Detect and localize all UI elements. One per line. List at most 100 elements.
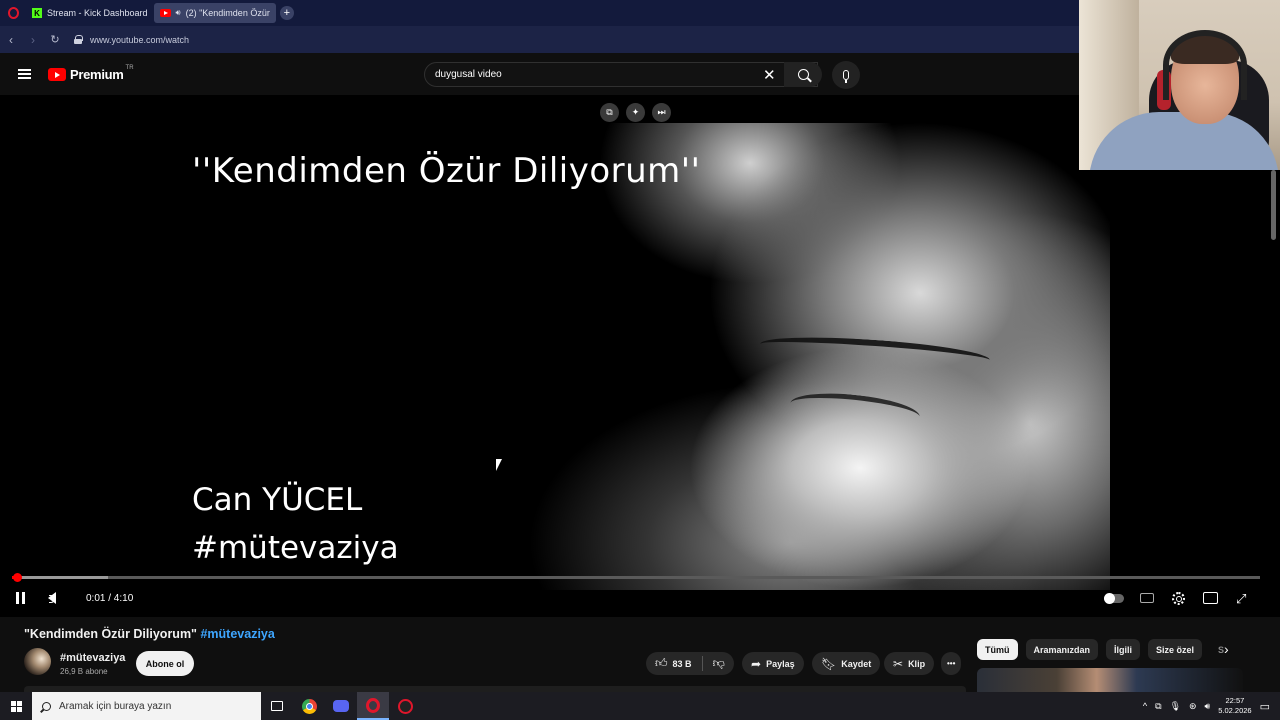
wifi-icon[interactable]: ⊛ [1189, 701, 1197, 712]
back-button[interactable]: ‹ [0, 33, 22, 47]
like-dislike-group: 👍︎ 83 B 👎︎ [646, 652, 734, 675]
page-scrollbar[interactable] [1271, 170, 1276, 240]
dislike-icon[interactable]: 👎︎ [713, 656, 725, 671]
new-tab-button[interactable]: + [279, 6, 294, 20]
youtube-play-icon [48, 68, 66, 81]
volume-icon [48, 592, 56, 604]
video-overlay-title: ''Kendimden Özür Diliyorum'' [192, 151, 701, 191]
lock-icon [74, 35, 83, 44]
buffered-bar [12, 576, 109, 579]
like-icon[interactable]: 👍︎ [655, 656, 668, 671]
progress-bar[interactable] [12, 572, 1260, 582]
webcam-overlay [1079, 0, 1280, 170]
youtube-premium-logo[interactable]: Premium TR [48, 64, 136, 82]
related-filter-chips: Tümü Aramanızdan İlgili Size özel S [977, 639, 1232, 660]
mouse-cursor-icon [496, 459, 502, 471]
settings-gear-icon[interactable] [1172, 592, 1185, 605]
ai-sparkle-icon[interactable]: ✦ [626, 103, 645, 122]
opera-gx-icon [397, 698, 413, 714]
fullscreen-button[interactable]: ⤢ [1236, 591, 1246, 607]
tab-kick-dashboard[interactable]: K Stream - Kick Dashboard [26, 3, 154, 23]
menu-icon[interactable] [18, 69, 31, 79]
divider [701, 656, 703, 671]
search-input[interactable] [435, 69, 735, 80]
chevron-right-icon[interactable]: › [1224, 641, 1229, 657]
kick-icon: K [32, 8, 42, 18]
taskbar-opera[interactable] [357, 692, 389, 720]
overlay-author-tag: #mütevaziya [192, 530, 399, 566]
share-icon: ➦ [751, 656, 762, 671]
mic-tray-icon[interactable]: 🎙︎ [1170, 701, 1181, 712]
tab-label: Stream - Kick Dashboard [47, 8, 148, 18]
subtitles-button[interactable] [1140, 593, 1154, 603]
channel-name[interactable]: #mütevaziya [60, 652, 125, 664]
tray-overflow-icon[interactable]: ^ [1143, 701, 1147, 711]
windows-taskbar: Aramak için buraya yazın ^ ⧉ 🎙︎ ⊛ 🔊︎ 22:… [0, 692, 1280, 720]
clip-label: Klip [908, 658, 926, 669]
bookmark-icon: 🔖︎ [821, 656, 837, 671]
taskbar-search[interactable]: Aramak için buraya yazın [32, 692, 261, 720]
windows-logo-icon [10, 700, 22, 712]
channel-avatar[interactable] [24, 648, 51, 675]
url-field[interactable]: www.youtube.com/watch [90, 35, 189, 45]
start-button[interactable] [0, 692, 32, 720]
scrubber-handle[interactable] [12, 572, 22, 582]
headset-icon [1163, 30, 1247, 100]
video-title-hashtag[interactable]: #mütevaziya [200, 627, 274, 641]
task-view-icon [271, 701, 283, 711]
notifications-icon[interactable]: ▭ [1260, 700, 1270, 713]
video-frame-portrait [470, 123, 1110, 590]
save-label: Kaydet [841, 658, 872, 669]
pause-button[interactable] [16, 589, 28, 607]
miniplayer-icon[interactable]: ⧉ [600, 103, 619, 122]
overlay-author-name: Can YÜCEL [192, 482, 363, 518]
related-video-thumbnail[interactable] [977, 668, 1243, 692]
taskbar-chrome[interactable] [293, 692, 325, 720]
video-title-text: "Kendimden Özür Diliyorum" [24, 627, 197, 641]
video-overlay-author: Can YÜCEL #mütevaziya [192, 476, 399, 572]
subscriber-count: 26,9 B abone [60, 667, 108, 676]
opera-logo-icon[interactable] [0, 0, 26, 26]
subscribe-button[interactable]: Abone ol [136, 651, 194, 676]
search-icon [797, 69, 809, 80]
taskbar-opera-gx[interactable] [389, 692, 421, 720]
microphone-icon [843, 70, 849, 83]
reload-button[interactable]: ↻ [44, 33, 66, 46]
clock-date: 5.02.2026 [1218, 706, 1252, 715]
save-button[interactable]: 🔖︎ Kaydet [812, 652, 881, 675]
system-clock[interactable]: 22:57 5.02.2026 [1218, 696, 1251, 716]
youtube-favicon-icon [159, 9, 171, 17]
clip-button[interactable]: ✂ Klip [884, 652, 935, 675]
tab-youtube-video[interactable]: 🔊︎ (2) "Kendimden Özür [153, 3, 276, 23]
share-button[interactable]: ➦ Paylaş [742, 652, 804, 675]
network-icon[interactable]: ⧉ [1155, 701, 1161, 712]
task-view-button[interactable] [261, 692, 293, 720]
search-icon [42, 701, 51, 711]
voice-search-button[interactable] [832, 61, 860, 89]
player-top-icons: ⧉ ✦ ⏭︎ [600, 103, 671, 122]
like-count[interactable]: 83 B [673, 659, 692, 669]
chip-for-you[interactable]: Size özel [1148, 639, 1203, 660]
chip-all[interactable]: Tümü [977, 639, 1018, 660]
chip-related[interactable]: İlgili [1106, 639, 1141, 660]
volume-tray-icon[interactable]: 🔊︎ [1205, 701, 1211, 712]
forward-button[interactable]: › [22, 33, 44, 47]
speaker-icon[interactable]: 🔊︎ [176, 8, 181, 18]
video-title: "Kendimden Özür Diliyorum" #mütevaziya [24, 627, 275, 641]
theater-mode-button[interactable] [1203, 592, 1218, 604]
skip-icon[interactable]: ⏭︎ [652, 103, 671, 122]
scissors-icon: ✂ [893, 656, 904, 671]
volume-button[interactable] [48, 589, 56, 607]
discord-icon [333, 700, 349, 712]
search-button[interactable] [784, 62, 822, 87]
video-info: "Kendimden Özür Diliyorum" #mütevaziya #… [0, 617, 1280, 692]
taskbar-discord[interactable] [325, 692, 357, 720]
more-actions-button[interactable]: ••• [941, 652, 962, 675]
country-code: TR [125, 64, 134, 71]
chip-from-search[interactable]: Aramanızdan [1025, 639, 1099, 660]
autoplay-toggle[interactable] [1104, 593, 1124, 604]
clear-search-icon[interactable]: ✕ [763, 66, 776, 84]
opera-icon [366, 697, 380, 713]
chrome-icon [301, 698, 317, 714]
video-player[interactable]: ''Kendimden Özür Diliyorum'' Can YÜCEL #… [0, 95, 1280, 617]
